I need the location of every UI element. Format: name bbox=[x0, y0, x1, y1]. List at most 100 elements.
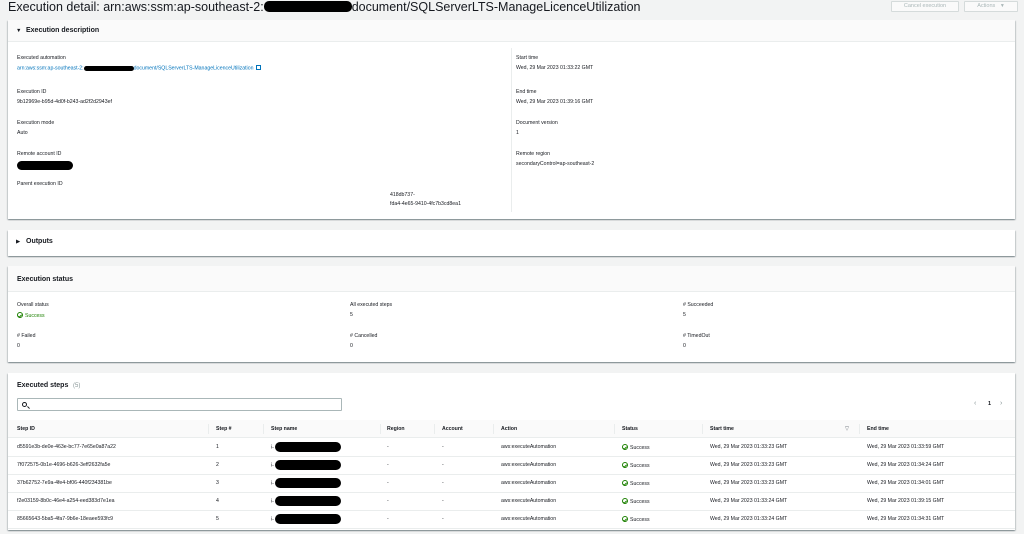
timedout-value: 0 bbox=[683, 343, 686, 349]
failed-field: # Failed 0 bbox=[17, 333, 35, 350]
step-status-text: Success bbox=[630, 481, 650, 487]
all-steps-value: 5 bbox=[350, 312, 353, 318]
column-header-step-id[interactable]: Step ID bbox=[17, 426, 35, 432]
column-header-action[interactable]: Action bbox=[501, 426, 517, 432]
step-status-text: Success bbox=[630, 499, 650, 505]
execution-description-header[interactable]: ▼ Execution description bbox=[8, 20, 1015, 42]
step-name: i- bbox=[271, 460, 341, 470]
step-action: aws:executeAutomation bbox=[501, 498, 557, 504]
executed-steps-title: Executed steps bbox=[17, 382, 69, 389]
column-header-end-time[interactable]: End time bbox=[867, 426, 889, 432]
step-end-time: Wed, 29 Mar 2023 01:39:15 GMT bbox=[867, 498, 945, 504]
start-time-field: Start time Wed, 29 Mar 2023 01:33:22 GMT bbox=[516, 55, 593, 72]
executed-steps-header: Executed steps (5) bbox=[17, 382, 80, 389]
step-id-link[interactable]: f2e03159-8b0c-46e4-a254-eed383d7e1ea bbox=[17, 498, 115, 504]
execution-status-panel: Execution status Overall status Success … bbox=[8, 266, 1015, 362]
table-row: d5591e3b-de0e-463e-bc77-7e65e0a87a22 1 i- -… bbox=[8, 439, 1015, 457]
execution-mode-value: Auto bbox=[17, 130, 28, 136]
document-version-label: Document version bbox=[516, 120, 558, 126]
succeeded-field: # Succeeded 5 bbox=[683, 302, 713, 319]
execution-id-label: Execution ID bbox=[17, 89, 47, 95]
overall-status-text: Success bbox=[25, 313, 45, 319]
step-name-prefix: i- bbox=[271, 462, 274, 469]
execution-id-value: 9b12969e-b95d-4d0f-b243-ad2f2d2943ef bbox=[17, 99, 112, 105]
redacted-instance-id bbox=[274, 442, 341, 452]
step-id-link[interactable]: 85665643-5ba5-4fa7-9b6e-18eaee593fc9 bbox=[17, 516, 113, 522]
step-name: i- bbox=[271, 478, 341, 488]
step-action: aws:executeAutomation bbox=[501, 480, 557, 486]
step-account: - bbox=[442, 444, 444, 450]
step-status: Success bbox=[622, 498, 650, 505]
step-account: - bbox=[442, 462, 444, 468]
overall-status-label: Overall status bbox=[17, 302, 49, 308]
column-header-start-time[interactable]: Start time bbox=[710, 426, 734, 432]
column-divider bbox=[511, 48, 512, 212]
document-version-field: Document version 1 bbox=[516, 120, 558, 137]
cancelled-field: # Cancelled 0 bbox=[350, 333, 377, 350]
step-name-prefix: i- bbox=[271, 444, 274, 451]
executed-steps-count: (5) bbox=[73, 383, 81, 389]
step-id-link[interactable]: 37b62752-7e9a-4fe4-bf06-440f234381be bbox=[17, 480, 112, 486]
page-header: Execution detail: arn:aws:ssm:ap-southea… bbox=[0, 0, 1024, 16]
table-row: 85665643-5ba5-4fa7-9b6e-18eaee593fc9 5 i- -… bbox=[8, 511, 1015, 529]
step-status-text: Success bbox=[630, 517, 650, 523]
outputs-header[interactable]: ▶ Outputs bbox=[8, 230, 1015, 256]
step-status: Success bbox=[622, 444, 650, 451]
start-time-value: Wed, 29 Mar 2023 01:33:22 GMT bbox=[516, 65, 594, 71]
step-start-time: Wed, 29 Mar 2023 01:33:23 GMT bbox=[710, 462, 788, 468]
execution-id-field: Execution ID 9b12969e-b95d-4d0f-b243-ad2… bbox=[17, 89, 112, 106]
column-header-account[interactable]: Account bbox=[442, 426, 463, 432]
page-title-suffix: document/SQLServerLTS-ManageLicenceUtili… bbox=[351, 0, 641, 14]
step-name: i- bbox=[271, 442, 341, 452]
step-account: - bbox=[442, 480, 444, 486]
step-action: aws:executeAutomation bbox=[501, 444, 557, 450]
column-separator bbox=[434, 424, 435, 434]
column-header-step-name[interactable]: Step name bbox=[271, 426, 297, 432]
pagination-page-number[interactable]: 1 bbox=[988, 401, 991, 407]
step-end-time: Wed, 29 Mar 2023 01:34:31 GMT bbox=[867, 516, 945, 522]
cancelled-label: # Cancelled bbox=[350, 333, 378, 339]
column-header-status[interactable]: Status bbox=[622, 426, 638, 432]
cancelled-value: 0 bbox=[350, 343, 353, 349]
step-status: Success bbox=[622, 516, 650, 523]
table-row: 37b62752-7e9a-4fe4-bf06-440f234381be 3 i- -… bbox=[8, 475, 1015, 493]
step-end-time: Wed, 29 Mar 2023 01:34:24 GMT bbox=[867, 462, 945, 468]
start-time-label: Start time bbox=[516, 55, 539, 61]
timedout-field: # TimedOut 0 bbox=[683, 333, 710, 350]
remote-region-field: Remote region secondaryControl=ap-southe… bbox=[516, 151, 594, 168]
table-row: f2e03159-8b0c-46e4-a254-eed383d7e1ea 4 i- -… bbox=[8, 493, 1015, 511]
cancel-execution-button[interactable]: Cancel execution bbox=[891, 1, 959, 12]
step-id-link[interactable]: 7f072575-0b1e-4696-b626-3eff2632fa5e bbox=[17, 462, 110, 468]
executed-automation-link[interactable]: arn:aws:ssm:ap-southeast-2: document/SQLS… bbox=[17, 65, 262, 73]
step-action: aws:executeAutomation bbox=[501, 516, 557, 522]
parent-execution-line2: fda4-4e65-9410-4fc7b3cd8ea1 bbox=[390, 201, 461, 207]
success-check-icon bbox=[622, 516, 628, 522]
all-steps-field: All executed steps 5 bbox=[350, 302, 392, 319]
step-status: Success bbox=[622, 480, 650, 487]
step-name-prefix: i- bbox=[271, 480, 274, 487]
executed-automation-suffix: document/SQLServerLTS-ManageLicenceUtili… bbox=[133, 65, 254, 72]
pagination-prev-icon[interactable]: ‹ bbox=[974, 400, 976, 407]
column-separator bbox=[263, 424, 264, 434]
column-separator bbox=[702, 424, 703, 434]
caret-down-icon: ▼ bbox=[999, 3, 1005, 9]
remote-region-value: secondaryControl=ap-southeast-2 bbox=[516, 161, 595, 167]
step-id-link[interactable]: d5591e3b-de0e-463e-bc77-7e65e0a87a22 bbox=[17, 444, 116, 450]
column-separator bbox=[208, 424, 209, 434]
sort-descending-icon[interactable]: ▽ bbox=[845, 426, 849, 432]
steps-search-input[interactable] bbox=[17, 398, 342, 411]
actions-dropdown-button[interactable]: Actions ▼ bbox=[964, 1, 1018, 12]
end-time-label: End time bbox=[516, 89, 537, 95]
column-header-step-number[interactable]: Step # bbox=[216, 426, 232, 432]
executed-automation-field: Executed automation arn:aws:ssm:ap-south… bbox=[17, 55, 262, 73]
step-number: 5 bbox=[216, 516, 219, 522]
redacted-account-id bbox=[83, 65, 134, 71]
column-header-region[interactable]: Region bbox=[387, 426, 405, 432]
step-action: aws:executeAutomation bbox=[501, 462, 557, 468]
caret-expanded-icon: ▼ bbox=[16, 28, 22, 34]
redacted-instance-id bbox=[274, 460, 341, 470]
parent-execution-value: 418db737- fda4-4e65-9410-4fc7b3cd8ea1 bbox=[390, 192, 461, 208]
page-title: Execution detail: arn:aws:ssm:ap-southea… bbox=[8, 0, 641, 14]
remote-account-label: Remote account ID bbox=[17, 151, 62, 157]
pagination-next-icon[interactable]: › bbox=[1000, 400, 1002, 407]
